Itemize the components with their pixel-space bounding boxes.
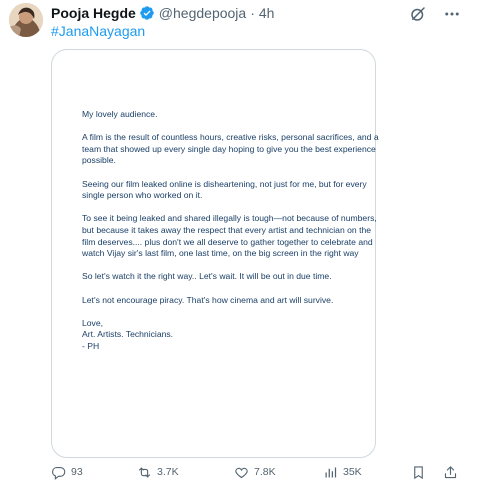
letter-closing-1: Love, [82,317,104,328]
bookmark-icon [414,465,423,479]
action-bar: 93 3.7K 7.8K 35K [51,462,461,482]
share-button[interactable] [443,465,458,480]
letter-paragraph-5: Let's not encourage piracy. That's how c… [82,294,334,305]
letter-closing-3: - PH [82,340,100,351]
reply-icon [52,466,66,480]
letter-salutation: My lovely audience. [82,109,158,119]
separator-dot: · [250,5,255,21]
verified-badge-icon [139,5,155,21]
reply-count: 93 [71,466,83,478]
author-handle[interactable]: @hegdepooja [159,5,246,21]
avatar-image [9,3,43,37]
more-icon[interactable] [442,4,462,24]
letter-paragraph-2: Seeing our film leaked online is dishear… [82,178,367,201]
share-icon [444,465,457,478]
letter-paragraph-3: To see it being leaked and shared illega… [82,213,377,259]
bookmark-button[interactable] [411,465,426,480]
hashtag-link[interactable]: #JanaNayagan [51,23,145,39]
repost-count: 3.7K [157,466,179,478]
views-icon [325,467,337,477]
reply-button[interactable]: 93 [51,465,83,480]
views-button[interactable]: 35K [323,465,362,480]
letter-paragraph-4: So let's watch it the right way.. Let's … [82,271,332,282]
letter-paragraph-1: A film is the result of countless hours,… [82,132,379,166]
avatar[interactable] [9,3,43,37]
heart-icon [235,467,248,478]
repost-button[interactable]: 3.7K [137,465,179,480]
views-count: 35K [343,466,362,478]
letter-closing-2: Art. Artists. Technicians. [82,329,174,340]
like-button[interactable]: 7.8K [234,465,276,480]
post-header: Pooja Hegde @hegdepooja · 4h [51,4,274,22]
header-actions [408,4,462,24]
retweet-icon [138,467,151,477]
like-count: 7.8K [254,466,276,478]
letter-text: My lovely audience. A film is the result… [82,109,382,352]
post-time[interactable]: 4h [259,5,275,21]
author-name[interactable]: Pooja Hegde [51,5,136,21]
grok-icon[interactable] [408,4,428,24]
